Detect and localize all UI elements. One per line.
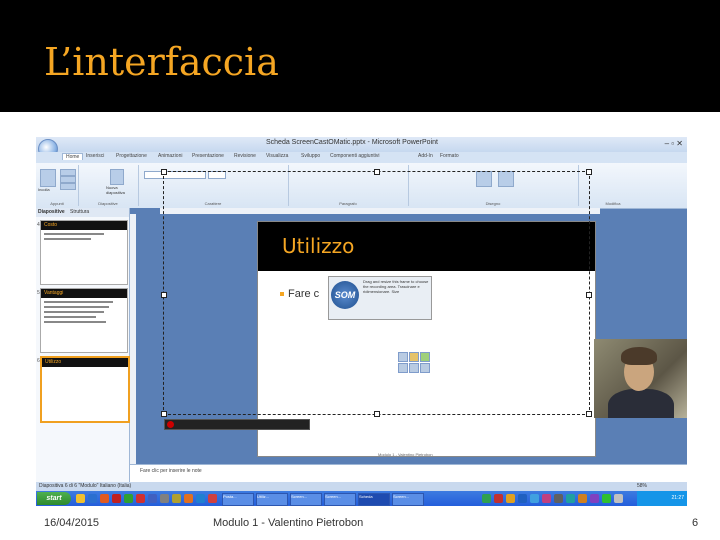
tab-formato[interactable]: Formato: [440, 153, 459, 159]
tray-app-icon[interactable]: [542, 494, 551, 503]
tab-sviluppo[interactable]: Sviluppo: [301, 153, 320, 159]
taskbar-button[interactable]: Posta...: [222, 493, 254, 506]
thumb-title: Vantaggi: [41, 289, 127, 298]
tab-componenti[interactable]: Componenti aggiuntivi: [330, 153, 379, 159]
resize-handle[interactable]: [586, 411, 592, 417]
paste-label: Incolla: [38, 187, 50, 192]
tab-visualizza[interactable]: Visualizza: [266, 153, 288, 159]
thumb-title: Costo: [41, 221, 127, 230]
recording-frame[interactable]: [163, 171, 590, 415]
record-button-icon[interactable]: [167, 421, 174, 428]
taskbar-button[interactable]: Screen...: [392, 493, 424, 506]
group-appunti: Incolla Appunti: [36, 165, 79, 206]
format-painter-icon[interactable]: [60, 183, 76, 190]
tab-addin[interactable]: Add-In: [418, 153, 433, 159]
tray-app-icon[interactable]: [518, 494, 527, 503]
tab-animazioni[interactable]: Animazioni: [158, 153, 182, 159]
tab-progettazione[interactable]: Progettazione: [116, 153, 147, 159]
resize-handle[interactable]: [586, 169, 592, 175]
tab-struttura[interactable]: Struttura: [70, 209, 89, 215]
webcam-preview: [594, 339, 687, 418]
window-controls[interactable]: – ▫ ✕: [665, 139, 683, 148]
tray-app-icon[interactable]: [602, 494, 611, 503]
app-icon[interactable]: [160, 494, 169, 503]
browser-icon[interactable]: [88, 494, 97, 503]
paste-icon[interactable]: [40, 169, 56, 187]
slide-thumbnail-selected[interactable]: Utilizzo: [40, 356, 130, 423]
app-icon[interactable]: [112, 494, 121, 503]
group-diapositive: Nuova diapositiva Diapositive: [78, 165, 139, 206]
taskbar-button[interactable]: Screen...: [290, 493, 322, 506]
notes-pane[interactable]: Fare clic per inserire le note: [130, 464, 687, 483]
resize-handle[interactable]: [161, 292, 167, 298]
clock[interactable]: 21:27: [671, 495, 684, 501]
tray-app-icon[interactable]: [554, 494, 563, 503]
system-tray: 21:27: [637, 491, 687, 506]
notes-placeholder: Fare clic per inserire le note: [140, 468, 202, 474]
recorder-toolbar[interactable]: [164, 419, 310, 430]
tray-app-icon[interactable]: [614, 494, 623, 503]
firefox-icon[interactable]: [100, 494, 109, 503]
tray-app-icon[interactable]: [482, 494, 491, 503]
status-bar: Diapositiva 6 di 6 "Modulo" Italiano (It…: [36, 482, 687, 491]
tab-diapositive[interactable]: Diapositive: [38, 209, 65, 215]
taskbar-button[interactable]: Screen...: [324, 493, 356, 506]
app-icon[interactable]: [196, 494, 205, 503]
thumb-title: Utilizzo: [42, 358, 128, 367]
new-slide-label: Nuova diapositiva: [106, 185, 125, 195]
slide-title-band: L’interfaccia: [0, 0, 720, 112]
tray-app-icon[interactable]: [506, 494, 515, 503]
start-button[interactable]: start: [37, 492, 71, 505]
slides-panel: Diapositive Struttura 4 Costo 5 Vantaggi…: [36, 208, 130, 482]
tray-app-icon[interactable]: [494, 494, 503, 503]
footer-date: 16/04/2015: [44, 517, 100, 529]
slide-title: L’interfaccia: [44, 40, 279, 84]
page-number: 6: [692, 517, 699, 529]
taskbar-button[interactable]: Utiliz...: [256, 493, 288, 506]
slide-thumbnail[interactable]: Costo: [40, 220, 128, 285]
copy-icon[interactable]: [60, 176, 76, 183]
resize-handle[interactable]: [161, 411, 167, 417]
footer-author: Modulo 1 - Valentino Pietrobon: [213, 517, 364, 529]
status-text: Diapositiva 6 di 6 "Modulo" Italiano (It…: [39, 483, 132, 489]
powerpoint-screenshot: Scheda ScreenCastOMatic.pptx - Microsoft…: [36, 137, 687, 506]
group-label-appunti: Appunti: [50, 201, 64, 206]
ribbon-tabs: Home Inserisci Progettazione Animazioni …: [36, 152, 687, 163]
group-label-diapositive: Diapositive: [98, 201, 118, 206]
taskbar: start Posta... Utiliz... Screen... Scree…: [36, 491, 687, 506]
tab-revisione[interactable]: Revisione: [234, 153, 256, 159]
slide-thumbnail[interactable]: Vantaggi: [40, 288, 128, 353]
app-icon[interactable]: [208, 494, 217, 503]
tab-presentazione[interactable]: Presentazione: [192, 153, 224, 159]
resize-handle[interactable]: [586, 292, 592, 298]
window-title: Scheda ScreenCastOMatic.pptx - Microsoft…: [266, 139, 438, 146]
tray-app-icon[interactable]: [590, 494, 599, 503]
taskbar-button-active[interactable]: Scheda: [358, 493, 390, 506]
panel-tabs: Diapositive Struttura: [36, 208, 129, 217]
resize-handle[interactable]: [374, 411, 380, 417]
tray-app-icon[interactable]: [578, 494, 587, 503]
new-slide-icon[interactable]: [110, 169, 124, 185]
vertical-ruler: [130, 214, 136, 464]
app-icon[interactable]: [124, 494, 133, 503]
slide-footer-text: Modulo 1 - Valentino Pietrobon: [378, 452, 433, 457]
app-icon[interactable]: [148, 494, 157, 503]
window-titlebar: Scheda ScreenCastOMatic.pptx - Microsoft…: [36, 137, 687, 152]
opera-icon[interactable]: [136, 494, 145, 503]
zoom-level[interactable]: 58%: [637, 483, 647, 489]
cut-icon[interactable]: [60, 169, 76, 176]
tray-app-icon[interactable]: [566, 494, 575, 503]
app-icon[interactable]: [184, 494, 193, 503]
tab-inserisci[interactable]: Inserisci: [86, 153, 104, 159]
resize-handle[interactable]: [374, 169, 380, 175]
folder-icon[interactable]: [76, 494, 85, 503]
resize-handle[interactable]: [161, 169, 167, 175]
tab-home[interactable]: Home: [62, 153, 84, 160]
tray-app-icon[interactable]: [530, 494, 539, 503]
app-icon[interactable]: [172, 494, 181, 503]
